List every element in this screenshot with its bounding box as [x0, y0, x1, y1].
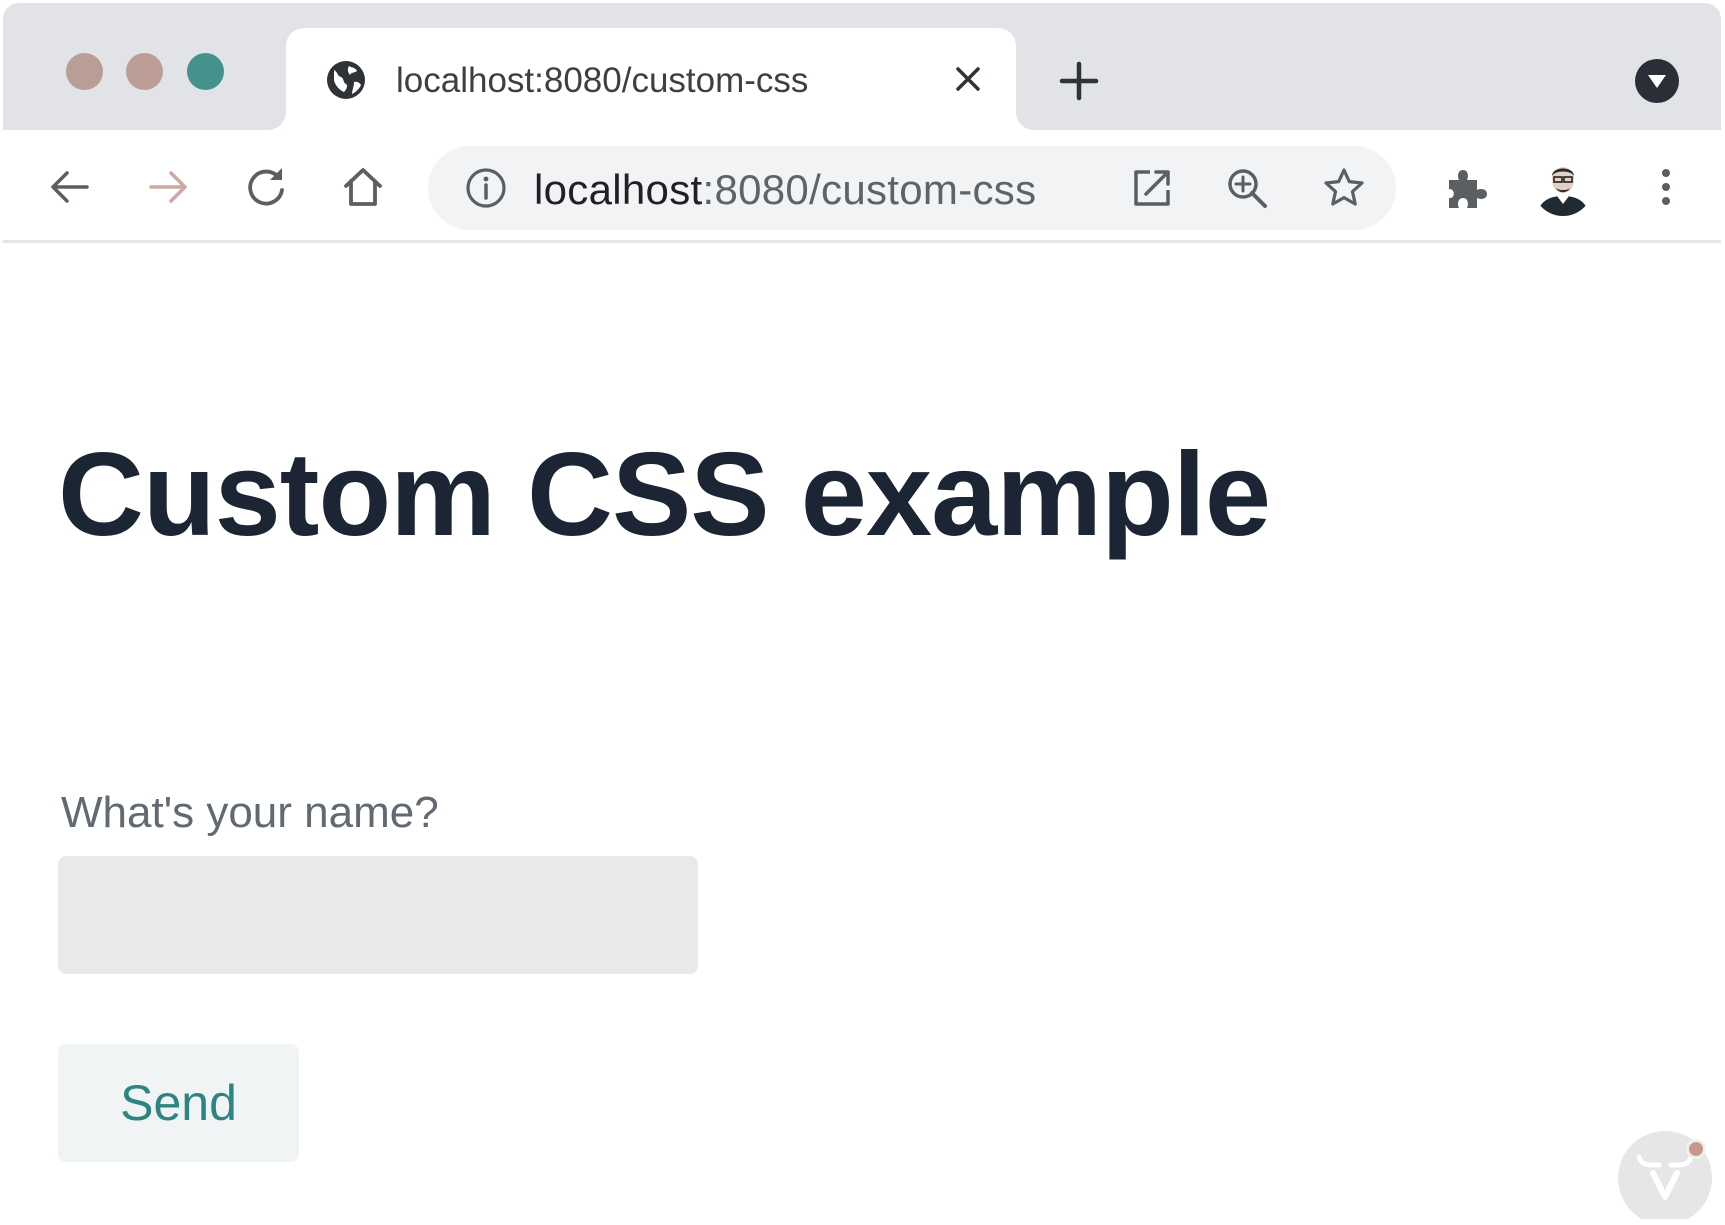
- window-maximize-button[interactable]: [187, 53, 224, 90]
- reload-icon[interactable]: [241, 162, 291, 212]
- window-minimize-button[interactable]: [126, 53, 163, 90]
- vaadin-logo-icon: [1636, 1154, 1694, 1200]
- address-bar[interactable]: localhost:8080/custom-css: [428, 146, 1396, 230]
- address-url[interactable]: localhost:8080/custom-css: [534, 166, 1036, 214]
- close-icon[interactable]: [950, 61, 986, 97]
- arrow-left-icon[interactable]: [45, 162, 95, 212]
- name-field-label: What's your name?: [61, 788, 439, 837]
- notification-dot: [1686, 1139, 1706, 1159]
- url-host: localhost: [534, 166, 703, 213]
- page-title: Custom CSS example: [58, 428, 1271, 561]
- arrow-right-icon[interactable]: [143, 162, 193, 212]
- globe-icon: [327, 61, 365, 99]
- zoom-icon[interactable]: [1225, 166, 1269, 210]
- tab-search-button[interactable]: [1635, 59, 1679, 103]
- browser-tab[interactable]: localhost:8080/custom-css: [286, 28, 1016, 130]
- url-path: :8080/custom-css: [702, 166, 1037, 213]
- info-icon[interactable]: [464, 166, 508, 210]
- page-content: Custom CSS example What's your name? Sen…: [3, 246, 1721, 1219]
- window-close-button[interactable]: [66, 53, 103, 90]
- browser-window: localhost:8080/custom-css localhost:8080…: [3, 3, 1721, 1219]
- open-external-icon[interactable]: [1130, 166, 1174, 210]
- home-icon[interactable]: [338, 162, 388, 212]
- chevron-down-icon: [1648, 75, 1666, 88]
- user-photo-icon: [1533, 156, 1593, 216]
- tab-strip: localhost:8080/custom-css: [3, 3, 1721, 130]
- send-button[interactable]: Send: [58, 1044, 299, 1162]
- star-icon[interactable]: [1322, 166, 1366, 210]
- kebab-menu-icon[interactable]: [1641, 162, 1691, 212]
- dev-tools-badge[interactable]: [1618, 1131, 1712, 1219]
- new-tab-icon[interactable]: [1058, 60, 1100, 102]
- tab-title: localhost:8080/custom-css: [396, 61, 809, 100]
- puzzle-icon[interactable]: [1443, 164, 1491, 212]
- name-field[interactable]: [58, 856, 698, 974]
- avatar[interactable]: [1533, 156, 1593, 216]
- browser-toolbar: localhost:8080/custom-css: [3, 130, 1721, 243]
